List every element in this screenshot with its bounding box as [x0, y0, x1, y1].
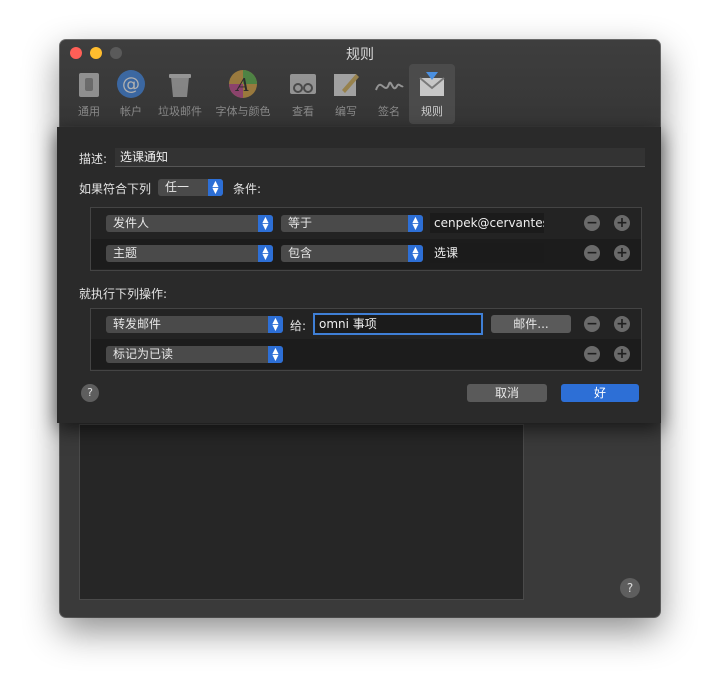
condition-field-value: 主题	[113, 246, 138, 260]
condition-row: 发件人 ▲ ▼ 等于 ▲ ▼ cenpek@cervantes − +	[91, 209, 641, 239]
chevron-updown-icon: ▲ ▼	[258, 215, 273, 232]
remove-action-button[interactable]: −	[584, 346, 600, 362]
description-label: 描述:	[79, 152, 108, 166]
toolbar-fonts-colors[interactable]: A 字体与颜色	[216, 64, 271, 124]
general-icon	[79, 73, 99, 97]
add-condition-button[interactable]: +	[614, 245, 630, 261]
action-popup[interactable]: 标记为已读 ▲ ▼	[106, 346, 283, 363]
signatures-icon	[375, 81, 404, 91]
svg-text:@: @	[122, 74, 140, 95]
remove-condition-button[interactable]: −	[584, 215, 600, 231]
fonts-colors-icon: A	[229, 70, 257, 98]
forward-to-label: 给:	[290, 319, 307, 333]
rules-icon	[419, 72, 445, 96]
action-popup[interactable]: 转发邮件 ▲ ▼	[106, 316, 283, 333]
junk-mail-icon	[169, 74, 191, 97]
rule-edit-sheet: 描述: 选课通知 如果符合下列 任一 ▲ ▼ 条件: 发件人 ▲ ▼ 等于 ▲ ▼ c…	[57, 127, 661, 423]
action-row: 转发邮件 ▲ ▼ 给: omni 事项 邮件... − +	[91, 309, 641, 339]
help-button[interactable]: ?	[81, 384, 99, 402]
cancel-button[interactable]: 取消	[467, 384, 547, 402]
toolbar-rules[interactable]: 规则	[409, 64, 455, 124]
ok-button[interactable]: 好	[561, 384, 639, 402]
remove-condition-button[interactable]: −	[584, 245, 600, 261]
toolbar-junk[interactable]: 垃圾邮件	[157, 64, 203, 124]
match-popup-value: 任一	[165, 180, 190, 194]
chevron-updown-icon: ▲ ▼	[258, 245, 273, 262]
match-popup[interactable]: 任一 ▲ ▼	[158, 179, 223, 196]
condition-row: 主题 ▲ ▼ 包含 ▲ ▼ 选课 − +	[91, 239, 641, 269]
condition-value-field[interactable]: cenpek@cervantes	[430, 213, 544, 233]
add-action-button[interactable]: +	[614, 346, 630, 362]
condition-operator-value: 等于	[288, 216, 313, 230]
forward-to-field[interactable]: omni 事项	[313, 313, 483, 335]
composing-icon	[334, 74, 359, 96]
window-help-button[interactable]: ?	[620, 578, 640, 598]
toolbar-label: 规则	[421, 105, 443, 118]
condition-field-popup[interactable]: 主题 ▲ ▼	[106, 245, 273, 262]
mail-address-button[interactable]: 邮件...	[491, 315, 571, 333]
add-action-button[interactable]: +	[614, 316, 630, 332]
match-prefix-label: 如果符合下列	[79, 182, 152, 196]
condition-operator-value: 包含	[288, 246, 313, 260]
viewing-icon	[290, 74, 316, 94]
chevron-updown-icon: ▲ ▼	[268, 316, 283, 333]
toolbar-label: 垃圾邮件	[158, 105, 202, 118]
remove-action-button[interactable]: −	[584, 316, 600, 332]
action-value: 标记为已读	[113, 347, 174, 361]
condition-field-popup[interactable]: 发件人 ▲ ▼	[106, 215, 273, 232]
svg-text:A: A	[235, 75, 250, 96]
chevron-updown-icon: ▲ ▼	[408, 245, 423, 262]
condition-operator-popup[interactable]: 包含 ▲ ▼	[281, 245, 423, 262]
chevron-updown-icon: ▲ ▼	[268, 346, 283, 363]
actions-group: 转发邮件 ▲ ▼ 给: omni 事项 邮件... − + 标记为已读 ▲ ▼ − …	[90, 308, 642, 371]
description-field[interactable]: 选课通知	[115, 148, 645, 167]
condition-field-value: 发件人	[113, 216, 150, 230]
title-bar: 规则 通用 @ 帐户 垃圾邮件 A 字体与颜色 查看 编写 签名 规则	[60, 40, 660, 126]
accounts-icon: @	[117, 70, 145, 98]
actions-label: 就执行下列操作:	[79, 287, 168, 301]
add-condition-button[interactable]: +	[614, 215, 630, 231]
window-title: 规则	[346, 47, 374, 63]
action-row: 标记为已读 ▲ ▼ − +	[91, 339, 641, 369]
conditions-label: 条件:	[233, 182, 262, 196]
conditions-group: 发件人 ▲ ▼ 等于 ▲ ▼ cenpek@cervantes − + 主题 ▲ ▼ …	[90, 207, 642, 271]
action-value: 转发邮件	[113, 317, 162, 331]
condition-value-field[interactable]: 选课	[430, 243, 544, 263]
rules-list[interactable]	[79, 424, 524, 600]
condition-operator-popup[interactable]: 等于 ▲ ▼	[281, 215, 423, 232]
chevron-updown-icon: ▲ ▼	[208, 179, 223, 196]
chevron-updown-icon: ▲ ▼	[408, 215, 423, 232]
